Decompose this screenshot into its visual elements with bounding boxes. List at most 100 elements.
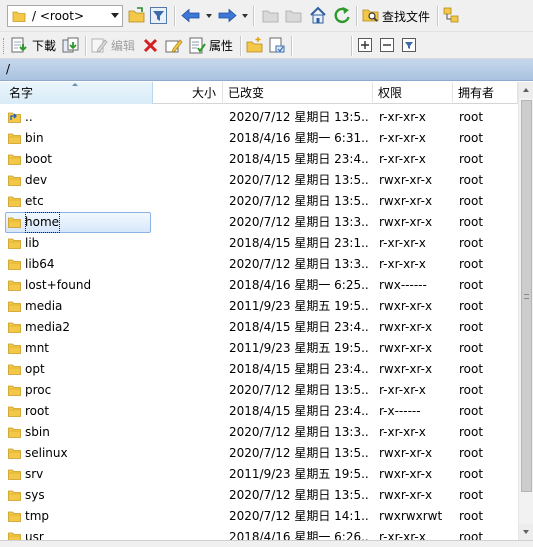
file-modified: 2011/9/23 星期五 19:5... bbox=[229, 341, 370, 355]
file-permissions: rwxr-xr-x bbox=[379, 320, 433, 334]
vertical-scrollbar[interactable] bbox=[518, 82, 533, 540]
file-row[interactable]: dev 2020/7/12 星期日 13:5... rwxr-xr-x root bbox=[0, 170, 518, 191]
parent-folder-icon bbox=[8, 112, 21, 123]
file-row[interactable]: tmp 2020/7/12 星期日 14:1... rwxrwxrwt root bbox=[0, 506, 518, 527]
file-row[interactable]: home 2020/7/12 星期日 13:3... rwxr-xr-x root bbox=[0, 212, 518, 233]
folder-icon bbox=[8, 259, 21, 270]
file-row[interactable]: boot 2018/4/15 星期日 23:4... r-xr-xr-x root bbox=[0, 149, 518, 170]
find-files-button[interactable]: 查找文件 bbox=[382, 8, 430, 25]
column-header-modified[interactable]: 已改变 bbox=[223, 82, 373, 104]
file-row[interactable]: bin 2018/4/16 星期一 6:31... r-xr-xr-x root bbox=[0, 128, 518, 149]
current-path-bar: / bbox=[0, 59, 533, 81]
properties-button[interactable]: 属性 bbox=[209, 37, 233, 54]
file-name: sbin bbox=[25, 425, 50, 439]
arrow-up-icon bbox=[523, 88, 529, 92]
back-arrow-icon[interactable] bbox=[181, 8, 201, 23]
scrollbar-thumb[interactable] bbox=[521, 100, 532, 492]
folder-icon bbox=[8, 532, 21, 540]
file-name: tmp bbox=[25, 509, 50, 523]
collapse-icon[interactable] bbox=[380, 38, 395, 53]
file-permissions: rwxr-xr-x bbox=[379, 446, 433, 460]
file-size bbox=[153, 170, 218, 191]
file-owner: root bbox=[459, 383, 484, 397]
parent-directory-icon[interactable] bbox=[262, 8, 279, 23]
file-permissions: r-xr-xr-x bbox=[379, 257, 426, 271]
delete-icon[interactable] bbox=[143, 38, 158, 53]
toolbar-grip bbox=[3, 38, 6, 54]
properties-icon[interactable] bbox=[189, 37, 206, 54]
column-header-size[interactable]: 大小 bbox=[153, 82, 223, 104]
new-file-icon[interactable] bbox=[269, 37, 286, 54]
file-row[interactable]: media 2011/9/23 星期五 19:5... rwxr-xr-x root bbox=[0, 296, 518, 317]
column-header-size-label: 大小 bbox=[191, 86, 216, 100]
file-row[interactable]: opt 2018/4/15 星期日 23:4... rwxr-xr-x root bbox=[0, 359, 518, 380]
file-name: boot bbox=[25, 152, 53, 166]
file-row[interactable]: lib64 2020/7/12 星期日 13:3... r-xr-xr-x root bbox=[0, 254, 518, 275]
filter-mask-icon[interactable] bbox=[402, 38, 417, 53]
root-directory-icon[interactable] bbox=[285, 8, 302, 23]
file-row[interactable]: etc 2020/7/12 星期日 13:5... rwxr-xr-x root bbox=[0, 191, 518, 212]
file-row[interactable]: lost+found 2018/4/16 星期一 6:25... rwx------… bbox=[0, 275, 518, 296]
forward-arrow-icon[interactable] bbox=[217, 8, 237, 23]
download-icon[interactable] bbox=[11, 37, 28, 54]
main-toolbar: / <root> 查找文件 bbox=[0, 0, 533, 32]
folder-icon bbox=[8, 511, 21, 522]
edit-button: 编辑 bbox=[111, 39, 136, 53]
column-header-modified-label: 已改变 bbox=[228, 86, 265, 100]
column-header-permissions[interactable]: 权限 bbox=[373, 82, 453, 104]
file-permissions: r-x------ bbox=[379, 404, 421, 418]
scroll-down-button[interactable] bbox=[519, 524, 533, 540]
file-name: selinux bbox=[25, 446, 68, 460]
scroll-up-button[interactable] bbox=[519, 82, 533, 98]
file-modified: 2020/7/12 星期日 13:5... bbox=[229, 110, 370, 124]
file-name: usr bbox=[25, 530, 44, 540]
find-files-icon[interactable] bbox=[362, 7, 379, 23]
new-folder-icon[interactable] bbox=[246, 37, 263, 54]
file-row[interactable]: root 2018/4/15 星期日 23:4... r-x------ root bbox=[0, 401, 518, 422]
file-size bbox=[153, 107, 218, 128]
folder-icon bbox=[8, 154, 21, 165]
file-modified: 2011/9/23 星期五 19:5... bbox=[229, 467, 370, 481]
open-folder-icon[interactable] bbox=[128, 7, 146, 24]
file-row[interactable]: sbin 2020/7/12 星期日 13:3... r-xr-xr-x root bbox=[0, 422, 518, 443]
file-owner: root bbox=[459, 467, 484, 481]
folder-icon bbox=[8, 364, 21, 375]
status-bar bbox=[0, 540, 533, 547]
refresh-icon[interactable] bbox=[333, 6, 351, 24]
column-header-owner[interactable]: 拥有者 bbox=[453, 82, 518, 104]
back-history-dropdown[interactable] bbox=[206, 14, 212, 18]
folder-icon bbox=[12, 11, 26, 22]
edit-icon bbox=[91, 38, 108, 53]
tree-view-icon[interactable] bbox=[443, 7, 460, 24]
home-icon[interactable] bbox=[309, 6, 327, 24]
arrow-down-icon bbox=[523, 530, 529, 534]
file-size bbox=[153, 359, 218, 380]
file-row[interactable]: proc 2020/7/12 星期日 13:5... r-xr-xr-x root bbox=[0, 380, 518, 401]
file-row[interactable]: sys 2020/7/12 星期日 13:5... rwxr-xr-x root bbox=[0, 485, 518, 506]
grip-icon bbox=[524, 294, 529, 299]
column-header-name[interactable]: 名字 bbox=[0, 82, 153, 104]
folder-icon bbox=[8, 385, 21, 396]
file-row[interactable]: media2 2018/4/15 星期日 23:4... rwxr-xr-x root bbox=[0, 317, 518, 338]
file-permissions: rwxr-xr-x bbox=[379, 341, 433, 355]
file-row[interactable]: selinux 2020/7/12 星期日 13:5... rwxr-xr-x roo… bbox=[0, 443, 518, 464]
file-row[interactable]: lib 2018/4/15 星期日 23:1... r-xr-xr-x root bbox=[0, 233, 518, 254]
file-row[interactable]: mnt 2011/9/23 星期五 19:5... rwxr-xr-x root bbox=[0, 338, 518, 359]
path-dropdown[interactable]: / <root> bbox=[7, 5, 123, 27]
filter-icon[interactable] bbox=[150, 7, 168, 25]
file-permissions: r-xr-xr-x bbox=[379, 236, 426, 250]
file-row[interactable]: srv 2011/9/23 星期五 19:5... rwxr-xr-x root bbox=[0, 464, 518, 485]
file-row[interactable]: .. 2020/7/12 星期日 13:5... r-xr-xr-x root bbox=[0, 107, 518, 128]
forward-history-dropdown[interactable] bbox=[242, 14, 248, 18]
file-size bbox=[153, 317, 218, 338]
file-name: srv bbox=[25, 467, 44, 481]
expand-icon[interactable] bbox=[358, 38, 373, 53]
file-permissions: rwxrwxrwt bbox=[379, 509, 443, 523]
download-options-icon[interactable] bbox=[62, 37, 80, 54]
file-owner: root bbox=[459, 320, 484, 334]
download-button[interactable]: 下載 bbox=[32, 37, 56, 54]
file-row[interactable]: usr 2018/4/16 星期一 6:26... r-xr-xr-x root bbox=[0, 527, 518, 540]
rename-icon[interactable] bbox=[165, 37, 183, 54]
file-list-header: 名字 大小 已改变 权限 拥有者 bbox=[0, 82, 518, 104]
file-permissions: rwxr-xr-x bbox=[379, 173, 433, 187]
